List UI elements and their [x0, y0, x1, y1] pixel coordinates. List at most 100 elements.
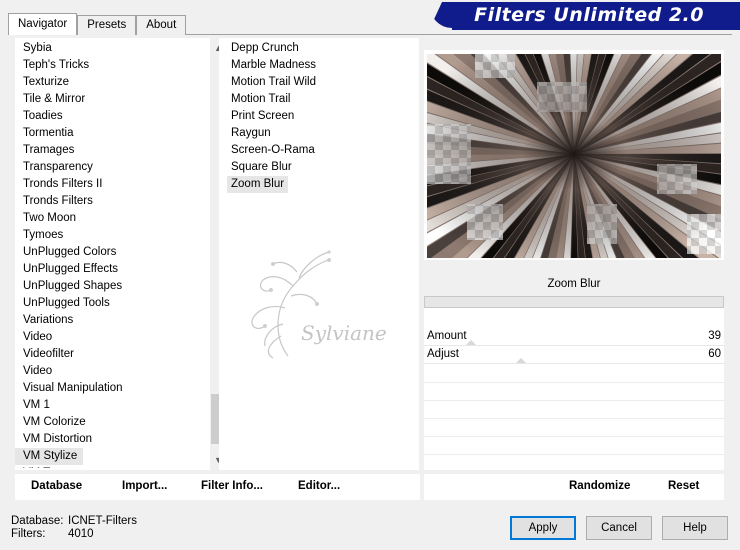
- param-value: 39: [708, 330, 721, 342]
- category-item-label: Tronds Filters II: [23, 178, 103, 190]
- database-value: ICNET-Filters: [68, 515, 137, 527]
- category-item[interactable]: Texturize: [15, 74, 195, 91]
- empty-param-row: [424, 418, 724, 419]
- watermark-text: Sylviane: [301, 321, 387, 345]
- filter-list-panel: Depp Crunch Marble Madness Motion Trail Wi…: [219, 38, 419, 470]
- filter-item[interactable]: Depp Crunch: [219, 40, 419, 57]
- filter-item[interactable]: Print Screen: [219, 108, 419, 125]
- category-item-label: VM Stylize: [15, 448, 84, 465]
- category-item-label: Tile & Mirror: [23, 93, 86, 105]
- app-title: Filters Unlimited 2.0: [474, 4, 704, 26]
- category-item[interactable]: Visual Manipulation: [15, 380, 195, 397]
- filter-item[interactable]: Square Blur: [219, 159, 419, 176]
- category-item[interactable]: UnPlugged Colors: [15, 244, 195, 261]
- category-item-label: Toadies: [23, 110, 63, 122]
- category-item[interactable]: Two Moon: [15, 210, 195, 227]
- category-item[interactable]: Tramages: [15, 142, 195, 159]
- randomize-button[interactable]: Randomize: [569, 480, 630, 492]
- filter-item-label: Motion Trail: [231, 93, 291, 105]
- filters-count-label: Filters:: [11, 528, 46, 540]
- category-item[interactable]: VM Distortion: [15, 431, 195, 448]
- filter-item[interactable]: Motion Trail: [219, 91, 419, 108]
- category-item[interactable]: Tormentia: [15, 125, 195, 142]
- category-item-label: Sybia: [23, 42, 52, 54]
- category-item[interactable]: Tronds Filters: [15, 193, 195, 210]
- help-button[interactable]: Help: [662, 516, 728, 540]
- category-item[interactable]: UnPlugged Shapes: [15, 278, 195, 295]
- category-item-label: Video: [23, 365, 53, 377]
- category-item[interactable]: Tile & Mirror: [15, 91, 195, 108]
- filter-item[interactable]: Motion Trail Wild: [219, 74, 419, 91]
- tab-about[interactable]: About: [136, 15, 187, 35]
- tab-navigator[interactable]: Navigator: [8, 13, 78, 35]
- filter-item[interactable]: Marble Madness: [219, 57, 419, 74]
- database-button[interactable]: Database: [31, 480, 82, 492]
- filter-item-label: Screen-O-Rama: [231, 144, 315, 156]
- category-item[interactable]: Video: [15, 329, 195, 346]
- category-item[interactable]: VM Texture: [15, 465, 195, 468]
- filter-item[interactable]: Screen-O-Rama: [219, 142, 419, 159]
- category-item[interactable]: VM Stylize: [15, 448, 195, 465]
- filter-list[interactable]: Depp Crunch Marble Madness Motion Trail Wi…: [219, 40, 419, 193]
- category-item-label: Tronds Filters: [23, 195, 93, 207]
- category-item-label: Teph's Tricks: [23, 59, 90, 71]
- param-value: 60: [708, 348, 721, 360]
- empty-param-row: [424, 454, 724, 455]
- category-item[interactable]: UnPlugged Effects: [15, 261, 195, 278]
- empty-param-row: [424, 382, 724, 383]
- category-item-label: Two Moon: [23, 212, 77, 224]
- slider-marker-icon[interactable]: [466, 340, 476, 345]
- tab-strip: Navigator Presets About: [8, 13, 187, 35]
- filter-item[interactable]: Raygun: [219, 125, 419, 142]
- filters-count-value: 4010: [68, 528, 94, 540]
- filter-info-button[interactable]: Filter Info...: [201, 480, 263, 492]
- category-item[interactable]: Variations: [15, 312, 195, 329]
- category-item-label: UnPlugged Shapes: [23, 280, 123, 292]
- status-info: Database: ICNET-Filters Filters: 4010: [11, 515, 137, 541]
- category-item[interactable]: Toadies: [15, 108, 195, 125]
- category-item-label: Texturize: [23, 76, 70, 88]
- category-item-label: Visual Manipulation: [23, 382, 123, 394]
- category-item-label: UnPlugged Tools: [23, 297, 110, 309]
- filter-item-label: Marble Madness: [231, 59, 317, 71]
- right-button-bar: Randomize Reset: [424, 474, 724, 500]
- category-list[interactable]: Sybia Teph's Tricks Texturize Tile & Mirror…: [15, 40, 195, 468]
- category-item-label: Video: [23, 331, 53, 343]
- category-item[interactable]: Transparency: [15, 159, 195, 176]
- filter-item-label: Motion Trail Wild: [231, 76, 316, 88]
- category-item[interactable]: Teph's Tricks: [15, 57, 195, 74]
- watermark-logo: Sylviane: [233, 246, 387, 366]
- slider-marker-icon[interactable]: [516, 358, 526, 363]
- category-item-label: VM Distortion: [23, 433, 93, 445]
- param-row-amount[interactable]: Amount 39: [424, 328, 724, 346]
- category-item-label: UnPlugged Colors: [23, 246, 117, 258]
- category-item[interactable]: VM 1: [15, 397, 195, 414]
- category-item[interactable]: VM Colorize: [15, 414, 195, 431]
- watermark-flourish-icon: [251, 250, 331, 359]
- category-item-label: VM Colorize: [23, 416, 86, 428]
- category-item-label: VM Texture: [15, 465, 81, 468]
- import-button[interactable]: Import...: [122, 480, 167, 492]
- category-item-label: Transparency: [23, 161, 93, 173]
- category-item-label: VM 1: [23, 399, 50, 411]
- database-label: Database:: [11, 515, 64, 527]
- category-item-label: Tormentia: [23, 127, 74, 139]
- category-item[interactable]: UnPlugged Tools: [15, 295, 195, 312]
- filter-item[interactable]: Zoom Blur: [219, 176, 419, 193]
- category-item[interactable]: Sybia: [15, 40, 195, 57]
- category-item[interactable]: Tymoes: [15, 227, 195, 244]
- empty-param-row: [424, 436, 724, 437]
- editor-button[interactable]: Editor...: [298, 480, 340, 492]
- title-banner: Filters Unlimited 2.0: [430, 2, 740, 28]
- reset-button[interactable]: Reset: [668, 480, 699, 492]
- category-list-panel: Sybia Teph's Tricks Texturize Tile & Mirror…: [15, 38, 227, 470]
- category-item-label: Tramages: [23, 144, 75, 156]
- apply-button[interactable]: Apply: [510, 516, 576, 540]
- category-item[interactable]: Tronds Filters II: [15, 176, 195, 193]
- cancel-button[interactable]: Cancel: [586, 516, 652, 540]
- category-item[interactable]: Videofilter: [15, 346, 195, 363]
- tab-presets[interactable]: Presets: [77, 15, 137, 35]
- category-item[interactable]: Video: [15, 363, 195, 380]
- category-item-label: Variations: [23, 314, 74, 326]
- param-row-adjust[interactable]: Adjust 60: [424, 346, 724, 364]
